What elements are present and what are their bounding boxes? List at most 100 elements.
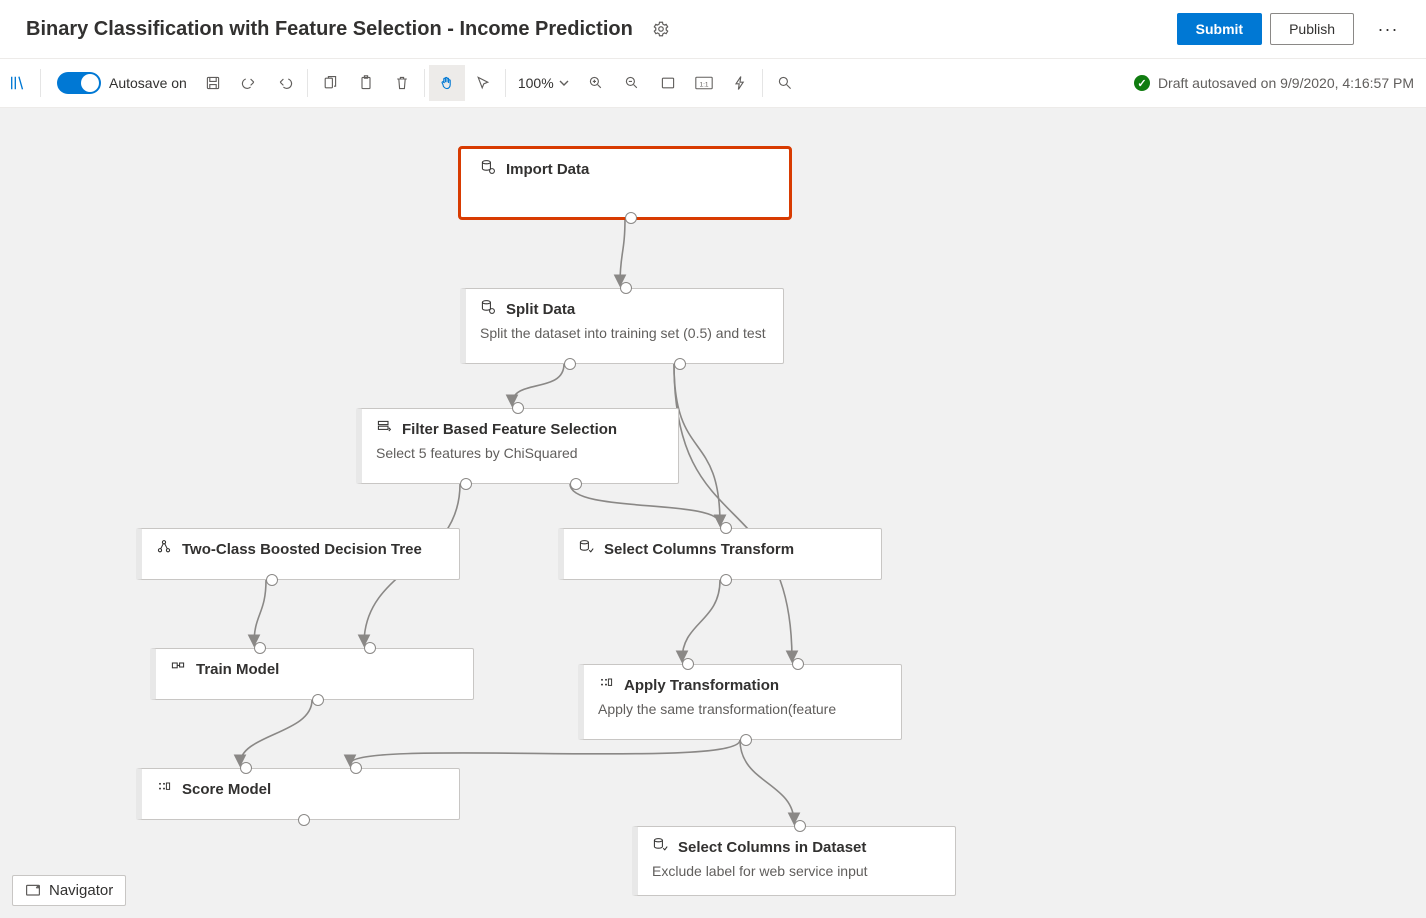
zoom-out-button[interactable] bbox=[614, 65, 650, 101]
node-import-data[interactable]: Import Data bbox=[460, 148, 790, 218]
success-icon: ✓ bbox=[1134, 75, 1150, 91]
node-subtitle: Select 5 features by ChiSquared bbox=[376, 445, 664, 461]
zoom-in-button[interactable] bbox=[578, 65, 614, 101]
redo-icon bbox=[277, 75, 293, 91]
actual-size-button[interactable]: 1:1 bbox=[686, 65, 722, 101]
input-port[interactable] bbox=[794, 820, 806, 832]
save-icon bbox=[205, 75, 221, 91]
db-icon bbox=[480, 159, 496, 179]
svg-text:1:1: 1:1 bbox=[699, 81, 708, 88]
node-title: Select Columns in Dataset bbox=[678, 839, 866, 856]
node-title: Apply Transformation bbox=[624, 677, 779, 694]
output-port[interactable] bbox=[570, 478, 582, 490]
node-title: Train Model bbox=[196, 661, 279, 678]
input-port[interactable] bbox=[792, 658, 804, 670]
hand-icon bbox=[439, 75, 455, 91]
output-port[interactable] bbox=[625, 212, 637, 224]
paste-button[interactable] bbox=[348, 65, 384, 101]
chevron-down-icon bbox=[558, 77, 570, 89]
navigator-label: Navigator bbox=[49, 882, 113, 899]
output-port[interactable] bbox=[720, 574, 732, 586]
zoom-level-select[interactable]: 100% bbox=[510, 75, 578, 91]
zoom-level-label: 100% bbox=[518, 75, 554, 91]
toolbar: Autosave on 100% 1:1 bbox=[0, 58, 1426, 108]
cursor-icon bbox=[475, 75, 491, 91]
output-port[interactable] bbox=[674, 358, 686, 370]
output-port[interactable] bbox=[266, 574, 278, 586]
cols-icon bbox=[652, 837, 668, 857]
filter-icon bbox=[376, 419, 392, 439]
train-icon bbox=[170, 659, 186, 679]
page-header: Binary Classification with Feature Selec… bbox=[0, 0, 1426, 58]
db-icon bbox=[480, 299, 496, 319]
fit-screen-icon bbox=[660, 75, 676, 91]
node-select-cols-ds[interactable]: Select Columns in DatasetExclude label f… bbox=[632, 826, 956, 896]
navigator-icon bbox=[25, 883, 41, 899]
save-button[interactable] bbox=[195, 65, 231, 101]
paste-icon bbox=[358, 75, 374, 91]
node-filter-feat[interactable]: Filter Based Feature Selection Select 5 f… bbox=[356, 408, 679, 484]
fit-screen-button[interactable] bbox=[650, 65, 686, 101]
submit-button[interactable]: Submit bbox=[1177, 13, 1262, 45]
select-tool-button[interactable] bbox=[465, 65, 501, 101]
dots-icon bbox=[598, 675, 614, 695]
autosave-status-text: Draft autosaved on 9/9/2020, 4:16:57 PM bbox=[1158, 75, 1414, 91]
gear-icon bbox=[652, 20, 670, 38]
ellipsis-icon: ··· bbox=[1378, 19, 1399, 40]
navigator-button[interactable]: Navigator bbox=[12, 875, 126, 906]
node-select-cols-xf[interactable]: Select Columns Transform bbox=[558, 528, 882, 580]
undo-icon bbox=[241, 75, 257, 91]
input-port[interactable] bbox=[720, 522, 732, 534]
input-port[interactable] bbox=[682, 658, 694, 670]
copy-button[interactable] bbox=[312, 65, 348, 101]
zoom-in-icon bbox=[588, 75, 604, 91]
node-title: Filter Based Feature Selection bbox=[402, 421, 617, 438]
node-score-model[interactable]: Score Model bbox=[136, 768, 460, 820]
node-subtitle: Split the dataset into training set (0.5… bbox=[480, 325, 769, 341]
input-port[interactable] bbox=[620, 282, 632, 294]
zoom-out-icon bbox=[624, 75, 640, 91]
pan-tool-button[interactable] bbox=[429, 65, 465, 101]
node-apply-xf[interactable]: Apply Transformation Apply the same trans… bbox=[578, 664, 902, 740]
output-port[interactable] bbox=[740, 734, 752, 746]
node-title: Split Data bbox=[506, 301, 575, 318]
library-panel-button[interactable] bbox=[0, 65, 36, 101]
search-button[interactable] bbox=[767, 65, 803, 101]
autosave-label: Autosave on bbox=[109, 75, 187, 91]
node-subtitle: Apply the same transformation(feature bbox=[598, 701, 887, 717]
redo-button[interactable] bbox=[267, 65, 303, 101]
output-port[interactable] bbox=[298, 814, 310, 826]
tree-icon bbox=[156, 539, 172, 559]
node-title: Select Columns Transform bbox=[604, 541, 794, 558]
library-icon bbox=[9, 74, 27, 92]
output-port[interactable] bbox=[564, 358, 576, 370]
settings-button[interactable] bbox=[647, 15, 675, 43]
input-port[interactable] bbox=[364, 642, 376, 654]
copy-icon bbox=[322, 75, 338, 91]
output-port[interactable] bbox=[312, 694, 324, 706]
page-title: Binary Classification with Feature Selec… bbox=[26, 18, 633, 41]
publish-button[interactable]: Publish bbox=[1270, 13, 1354, 45]
input-port[interactable] bbox=[240, 762, 252, 774]
pipeline-canvas[interactable]: Import Data Split Data Split the dataset i… bbox=[0, 108, 1426, 918]
undo-button[interactable] bbox=[231, 65, 267, 101]
more-button[interactable]: ··· bbox=[1368, 13, 1408, 45]
node-train-model[interactable]: Train Model bbox=[150, 648, 474, 700]
input-port[interactable] bbox=[254, 642, 266, 654]
input-port[interactable] bbox=[350, 762, 362, 774]
delete-button[interactable] bbox=[384, 65, 420, 101]
input-port[interactable] bbox=[512, 402, 524, 414]
autosave-toggle[interactable] bbox=[57, 72, 101, 94]
node-split-data[interactable]: Split Data Split the dataset into trainin… bbox=[460, 288, 784, 364]
auto-arrange-button[interactable] bbox=[722, 65, 758, 101]
node-title: Score Model bbox=[182, 781, 271, 798]
output-port[interactable] bbox=[460, 478, 472, 490]
dots-icon bbox=[156, 779, 172, 799]
one-to-one-icon: 1:1 bbox=[695, 75, 713, 91]
autosave-status: ✓ Draft autosaved on 9/9/2020, 4:16:57 P… bbox=[1134, 75, 1414, 91]
search-icon bbox=[777, 75, 793, 91]
lightning-icon bbox=[732, 75, 748, 91]
node-boosted-tree[interactable]: Two-Class Boosted Decision Tree bbox=[136, 528, 460, 580]
node-title: Two-Class Boosted Decision Tree bbox=[182, 541, 422, 558]
trash-icon bbox=[394, 75, 410, 91]
